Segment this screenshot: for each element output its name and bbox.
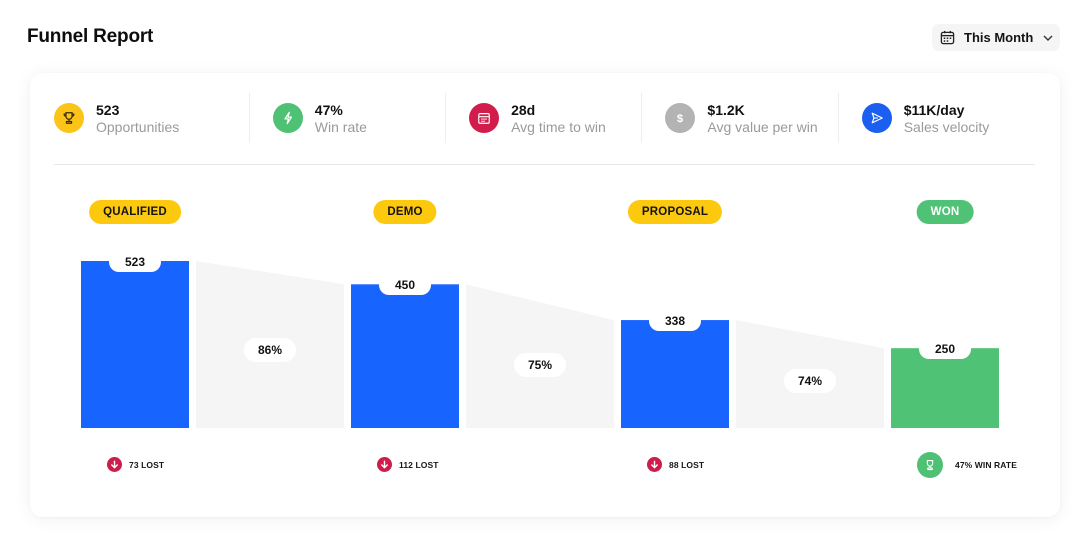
bar-value-label: 338	[649, 311, 701, 332]
stage-footer-lost: 88 LOST	[647, 457, 704, 472]
stage-label-won: WON	[916, 200, 974, 224]
period-select-value: This Month	[964, 30, 1034, 45]
arrow-down-icon	[647, 457, 662, 472]
funnel-bar-won	[891, 348, 999, 428]
stage-label-demo: DEMO	[373, 200, 437, 224]
bar-value-label: 523	[109, 252, 161, 272]
stage-footer-lost: 73 LOST	[107, 457, 164, 472]
stage-label-proposal: PROPOSAL	[627, 200, 723, 224]
funnel-bar-qualified	[81, 261, 189, 428]
funnel-chart: QUALIFIED DEMO PROPOSAL WON 523 450 338 …	[30, 73, 1060, 517]
conversion-rate-label: 86%	[244, 338, 296, 363]
stage-footer-text: 47% WIN RATE	[955, 460, 1017, 470]
trophy-icon	[917, 452, 943, 478]
chevron-down-icon	[1043, 35, 1053, 41]
stage-footer-text: 73 LOST	[129, 459, 165, 470]
stage-footer-lost: 112 LOST	[377, 457, 439, 472]
arrow-down-icon	[377, 457, 392, 472]
conversion-rate-label: 75%	[514, 353, 566, 378]
stage-label-qualified: QUALIFIED	[89, 200, 181, 224]
stage-footer-win-rate: 47% WIN RATE	[917, 452, 1017, 478]
period-select[interactable]: This Month	[932, 24, 1060, 51]
funnel-card: 523 Opportunities 47% Win rate 28d Avg t…	[30, 73, 1060, 517]
funnel-bar-demo	[351, 284, 459, 428]
conversion-rate-label: 74%	[784, 369, 836, 394]
funnel-plot	[81, 261, 999, 428]
stage-footer-text: 88 LOST	[669, 459, 705, 470]
arrow-down-icon	[107, 457, 122, 472]
funnel-bar-proposal	[621, 320, 729, 428]
stage-footer-text: 112 LOST	[399, 459, 439, 470]
page-title: Funnel Report	[27, 26, 154, 47]
bar-value-label: 250	[919, 339, 971, 360]
bar-value-label: 450	[379, 275, 431, 296]
calendar-icon	[940, 30, 955, 45]
